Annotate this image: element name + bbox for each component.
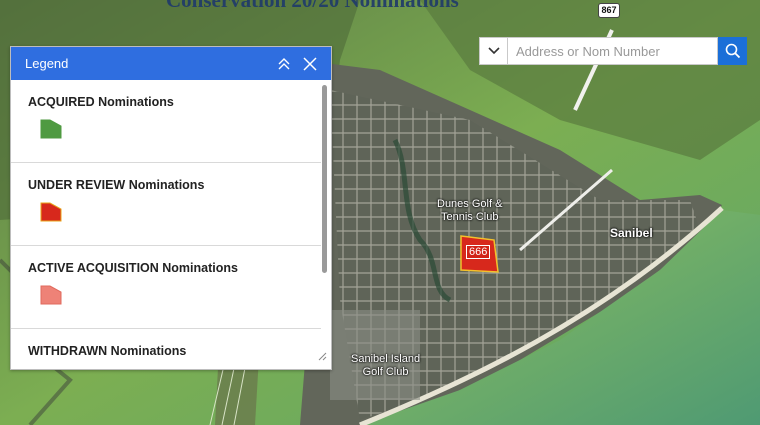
active-acquisition-swatch xyxy=(40,285,62,305)
legend-item-label: ACTIVE ACQUISITION Nominations xyxy=(28,261,238,275)
resize-handle[interactable] xyxy=(318,348,327,366)
road-shield: 867 xyxy=(598,3,620,18)
close-icon xyxy=(303,56,317,71)
legend-title: Legend xyxy=(25,56,69,71)
search-source-toggle[interactable] xyxy=(479,37,508,65)
legend-panel: Legend ACQUIRED Nominations UNDER REVIEW… xyxy=(10,46,332,370)
legend-item-label: ACQUIRED Nominations xyxy=(28,95,174,109)
collapse-button[interactable] xyxy=(277,57,291,71)
acquired-swatch xyxy=(40,119,62,139)
map-label-golf-tennis: Dunes Golf & Tennis Club xyxy=(437,198,503,223)
under-review-swatch xyxy=(40,202,62,222)
map-label-sanibel: Sanibel xyxy=(610,226,653,240)
search-widget xyxy=(479,37,747,65)
legend-body[interactable]: ACQUIRED Nominations UNDER REVIEW Nomina… xyxy=(11,80,321,369)
legend-item-under-review: UNDER REVIEW Nominations xyxy=(11,163,321,246)
map-label-golf-club: Sanibel Island Golf Club xyxy=(351,353,421,378)
search-input[interactable] xyxy=(508,37,718,65)
chevron-down-icon xyxy=(487,47,500,55)
legend-header: Legend xyxy=(11,47,331,80)
legend-item-label: WITHDRAWN Nominations xyxy=(28,344,187,358)
legend-scrollbar[interactable] xyxy=(322,85,327,273)
resize-grip-icon xyxy=(318,352,327,361)
nomination-number-label[interactable]: 666 xyxy=(466,245,491,259)
double-chevron-up-icon xyxy=(278,57,290,69)
legend-item-active-acquisition: ACTIVE ACQUISITION Nominations xyxy=(11,246,321,329)
legend-item-withdrawn: WITHDRAWN Nominations xyxy=(11,329,321,369)
map-title: Conservation 20/20 Nominations xyxy=(166,0,459,12)
search-icon xyxy=(725,43,740,59)
legend-item-label: UNDER REVIEW Nominations xyxy=(28,178,205,192)
search-button[interactable] xyxy=(718,37,747,65)
legend-item-acquired: ACQUIRED Nominations xyxy=(11,80,321,163)
close-button[interactable] xyxy=(303,56,317,71)
